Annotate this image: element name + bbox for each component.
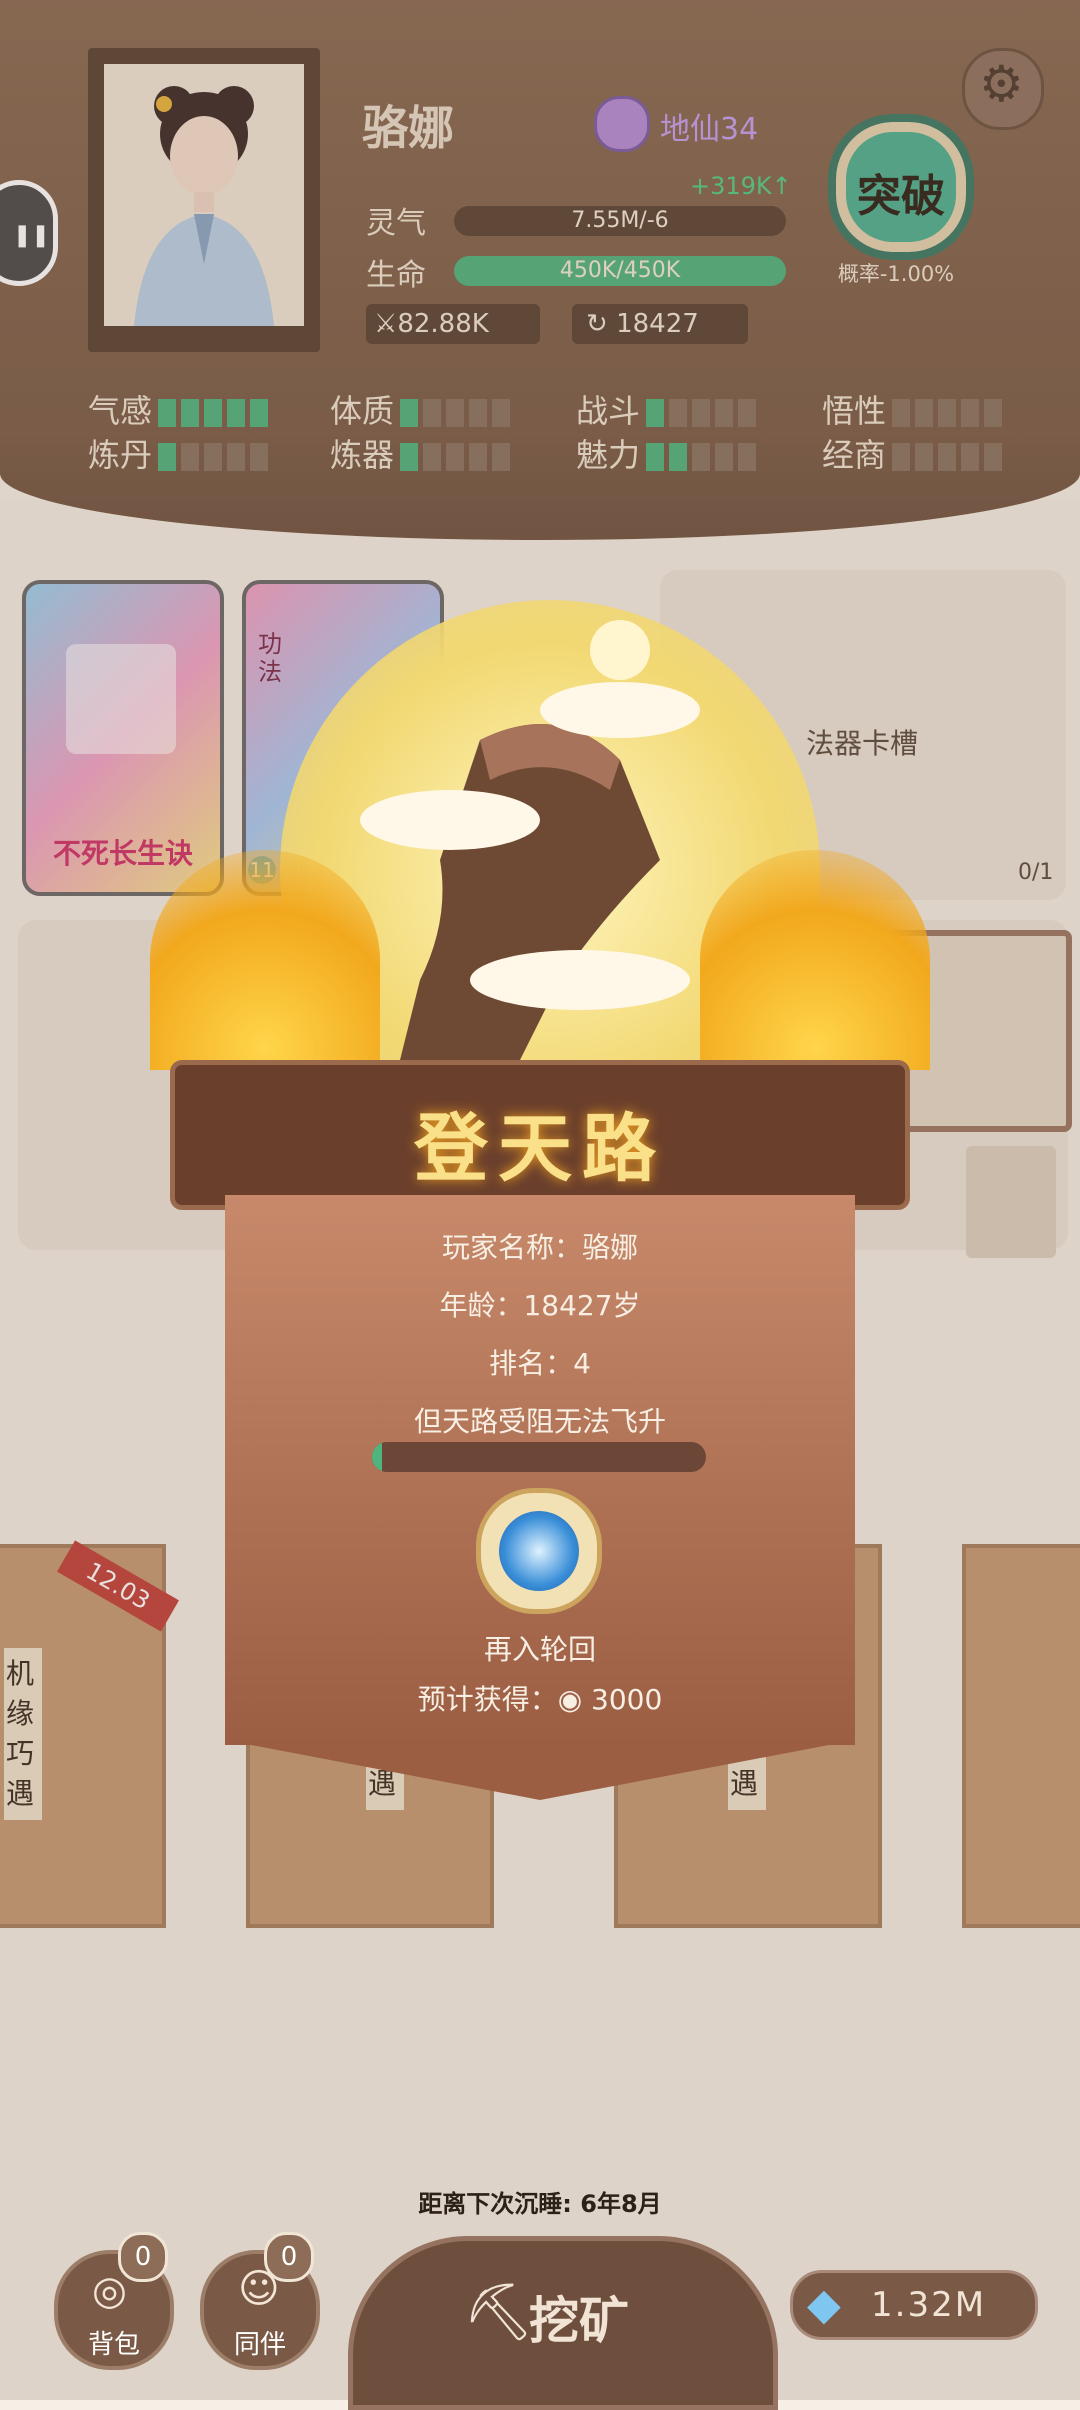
expected-reward: 预计获得：◉ 3000 [225,1678,855,1718]
mine-button[interactable]: ⛏ 挖矿 [348,2236,778,2410]
gem-value: 1.32M [871,2285,987,2325]
mine-label: 挖矿 [529,2292,629,2350]
flame-left [150,850,380,1070]
bag-count-badge: 0 [118,2232,168,2282]
companion-label: 同伴 [233,2330,286,2360]
bag-icon: ◎ [92,2268,127,2314]
gem-icon: ◆ [807,2279,841,2330]
status-line: 但天路受阻无法飞升 [413,1405,666,1438]
ascension-progress-bar [372,1442,706,1472]
reincarnate-label: 再入轮回 [483,1633,596,1666]
floating-mountain-art [360,620,720,1060]
age-line: 年龄：18427岁 [439,1289,641,1322]
rank-line: 排名：4 [489,1347,591,1380]
vortex-icon [499,1511,579,1591]
bag-label: 背包 [87,2330,140,2360]
flame-right [700,850,930,1070]
modal-title-banner: 登天路 [170,1060,910,1210]
expected-value: 3000 [591,1683,663,1716]
player-name-line: 玩家名称：骆娜 [441,1231,638,1264]
pickaxe-icon: ⛏ [463,2280,535,2345]
companion-count-badge: 0 [264,2232,314,2282]
reincarnate-button[interactable] [476,1488,602,1614]
expected-label: 预计获得： [417,1683,558,1716]
gem-balance[interactable]: ◆ 1.32M [790,2270,1038,2340]
modal-title: 登天路 [414,1106,666,1192]
sleep-countdown: 距离下次沉睡: 6年8月 [418,2190,662,2218]
swirl-coin-icon: ◉ [557,1683,592,1716]
